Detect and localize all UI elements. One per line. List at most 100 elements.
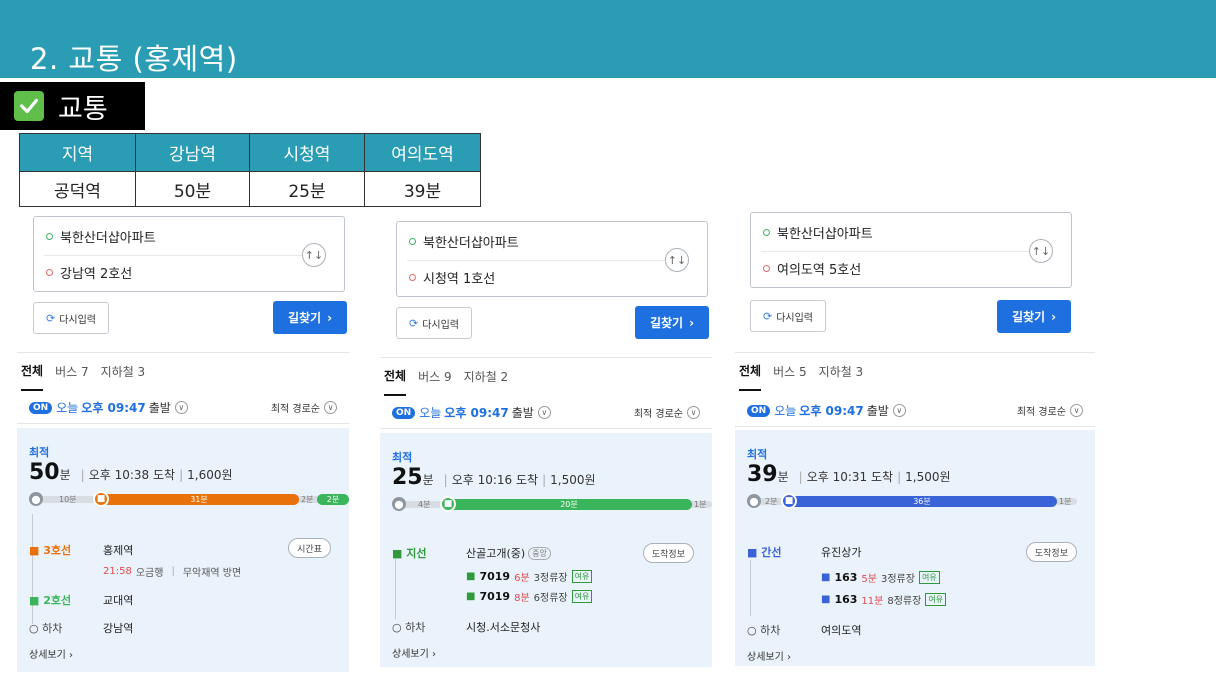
alight-icon: ○ xyxy=(747,624,761,637)
reset-button[interactable]: ⟳ 다시입력 xyxy=(396,307,472,339)
chevron-down-icon[interactable]: ∨ xyxy=(537,406,551,419)
departure-label: 출발 xyxy=(866,404,889,418)
route-summary: 25 분 | 오후 10:16 도착 | 1,500원 xyxy=(392,465,596,490)
reset-button[interactable]: ⟳ 다시입력 xyxy=(750,300,826,332)
find-route-button[interactable]: 길찾기 › xyxy=(635,306,709,339)
sort-dropdown[interactable]: 최적 경로순 ∨ xyxy=(271,400,337,415)
duration-minutes: 25 xyxy=(392,465,423,490)
sort-dropdown[interactable]: 최적 경로순 ∨ xyxy=(634,405,700,420)
best-label: 최적 xyxy=(29,446,50,459)
reset-button[interactable]: ⟳ 다시입력 xyxy=(33,302,109,334)
check-icon xyxy=(14,91,44,121)
today-label: 오늘 xyxy=(774,404,797,418)
destination-text: 여의도역 5호선 xyxy=(777,263,862,278)
departure-time[interactable]: 오후 09:47 xyxy=(799,402,863,419)
route-panel-gangnam: 북한산더샵아파트 강남역 2호선 ↑↓ ⟳ 다시입력 길찾기 › 전체 버스 7 지… xyxy=(17,216,349,676)
duration-unit: 분 xyxy=(777,470,789,484)
arrival-info-button[interactable]: 도착정보 xyxy=(1025,542,1077,562)
departure-label: 출발 xyxy=(148,401,171,415)
result-tabs: 전체 버스 7 지하철 3 xyxy=(17,352,349,391)
bus-segment: 20분 xyxy=(446,499,692,510)
departure-label: 출발 xyxy=(511,406,534,420)
find-route-button[interactable]: 길찾기 › xyxy=(997,300,1071,333)
origin-field[interactable]: 북한산더샵아파트 xyxy=(763,223,873,242)
table-cell: 25분 xyxy=(249,171,365,207)
divider xyxy=(44,255,302,256)
duration-unit: 분 xyxy=(59,468,71,482)
bus-arrival-row: ■ 163 11분 8정류장 여유 xyxy=(821,592,947,607)
on-badge[interactable]: ON xyxy=(29,401,53,414)
origin-field[interactable]: 북한산더샵아파트 xyxy=(409,232,519,251)
bus-number: 163 xyxy=(834,571,858,584)
chevron-right-icon: › xyxy=(787,652,791,663)
tab-all[interactable]: 전체 xyxy=(739,352,762,391)
chevron-down-icon: ∨ xyxy=(687,406,700,419)
station-name: 강남역 xyxy=(103,622,134,635)
sort-label: 최적 경로순 xyxy=(633,409,683,420)
alight-label: 하차 xyxy=(405,621,426,634)
destination-field[interactable]: 강남역 2호선 xyxy=(46,263,132,282)
find-route-button[interactable]: 길찾기 › xyxy=(273,301,347,334)
details-link[interactable]: 상세보기 › xyxy=(29,646,73,661)
tab-subway[interactable]: 지하철 2 xyxy=(464,358,509,395)
bus-stops: 6정류장 xyxy=(533,593,568,604)
reset-label: 다시입력 xyxy=(776,312,814,324)
bus-icon: ■ xyxy=(821,572,831,583)
tab-subway[interactable]: 지하철 3 xyxy=(819,353,864,390)
crowd-status: 여유 xyxy=(571,590,593,603)
tab-bus[interactable]: 버스 5 xyxy=(773,353,807,390)
swap-icon[interactable]: ↑↓ xyxy=(665,248,689,272)
walk-time: 2분 xyxy=(765,497,778,506)
chevron-down-icon[interactable]: ∨ xyxy=(174,401,188,414)
swap-icon[interactable]: ↑↓ xyxy=(1029,239,1053,263)
table-cell: 39분 xyxy=(364,171,481,207)
tab-bus[interactable]: 버스 7 xyxy=(55,353,89,390)
route-panel-yeouido: 북한산더샵아파트 여의도역 5호선 ↑↓ ⟳ 다시입력 길찾기 › 전체 버스 5 … xyxy=(735,212,1095,667)
chevron-right-icon: › xyxy=(327,310,333,325)
timetable-button[interactable]: 시간표 xyxy=(288,538,331,558)
bus-eta: 8분 xyxy=(514,593,530,604)
route-panel-cityhall: 북한산더샵아파트 시청역 1호선 ↑↓ ⟳ 다시입력 길찾기 › 전체 버스 9 지… xyxy=(380,221,712,671)
departure-time[interactable]: 오후 09:47 xyxy=(444,404,508,421)
station-name: 교대역 xyxy=(103,594,134,607)
origin-dot-icon xyxy=(46,233,53,240)
route-card[interactable]: 최적 25 분 | 오후 10:16 도착 | 1,500원 ⬤ 4분 20분 … xyxy=(380,433,712,667)
on-badge[interactable]: ON xyxy=(392,406,416,419)
arrival-time: 오후 10:31 도착 xyxy=(806,470,894,484)
swap-icon[interactable]: ↑↓ xyxy=(302,243,326,267)
sort-dropdown[interactable]: 최적 경로순 ∨ xyxy=(1017,403,1083,418)
destination-field[interactable]: 여의도역 5호선 xyxy=(763,259,861,278)
destination-text: 강남역 2호선 xyxy=(60,267,133,282)
table-header: 시청역 xyxy=(249,133,365,172)
best-label: 최적 xyxy=(747,448,768,461)
route-card[interactable]: 최적 39 분 | 오후 10:31 도착 | 1,500원 ⬤ 2분 36분 … xyxy=(735,430,1095,666)
bus-arrival-row: ■ 7019 8분 6정류장 여유 xyxy=(466,589,593,604)
bus-icon: ■ xyxy=(466,571,476,582)
details-label: 상세보기 xyxy=(392,649,429,660)
destination-field[interactable]: 시청역 1호선 xyxy=(409,268,495,287)
chevron-down-icon: ∨ xyxy=(1070,404,1083,417)
tab-all[interactable]: 전체 xyxy=(384,357,407,396)
arrival-info-button[interactable]: 도착정보 xyxy=(642,543,694,563)
origin-dot-icon xyxy=(409,238,416,245)
fare: 1,500원 xyxy=(905,470,951,484)
details-link[interactable]: 상세보기 › xyxy=(747,648,791,663)
origin-field[interactable]: 북한산더샵아파트 xyxy=(46,227,156,246)
table-header: 여의도역 xyxy=(364,133,481,172)
route-card[interactable]: 최적 50 분 | 오후 10:38 도착 | 1,600원 ⬤ 10분 31분… xyxy=(17,428,349,672)
chevron-right-icon: › xyxy=(689,315,695,330)
find-route-label: 길찾기 xyxy=(287,311,322,325)
bus-icon: ■ xyxy=(747,546,762,559)
tab-bus[interactable]: 버스 9 xyxy=(418,358,452,395)
chevron-down-icon[interactable]: ∨ xyxy=(892,404,906,417)
details-link[interactable]: 상세보기 › xyxy=(392,645,436,660)
on-badge[interactable]: ON xyxy=(747,404,771,417)
station-name: 시청.서소문청사 xyxy=(466,621,541,634)
tab-all[interactable]: 전체 xyxy=(21,352,44,391)
route-summary: 50 분 | 오후 10:38 도착 | 1,600원 xyxy=(29,460,233,485)
page-title: 2. 교통 (홍제역) xyxy=(30,42,238,76)
table-cell: 50분 xyxy=(135,171,250,207)
departure-time[interactable]: 오후 09:47 xyxy=(81,399,145,416)
tab-subway[interactable]: 지하철 3 xyxy=(101,353,146,390)
details-label: 상세보기 xyxy=(29,650,66,661)
